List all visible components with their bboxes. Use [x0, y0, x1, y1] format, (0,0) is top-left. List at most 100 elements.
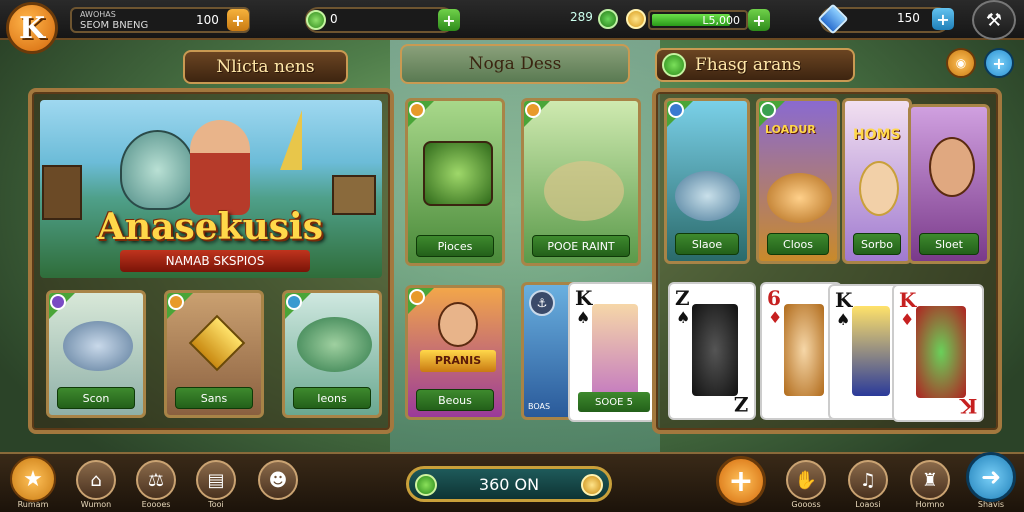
card-art — [692, 304, 738, 396]
hero-subtitle: NAMAB SKSPIOS — [120, 250, 310, 272]
card-label: Sorbo — [853, 233, 901, 255]
nav-building-button[interactable]: ⌂ — [76, 460, 116, 500]
fish-icon — [767, 173, 832, 223]
nav-bell-button[interactable]: ♫ — [848, 460, 888, 500]
settings-button[interactable]: ⚒ — [972, 0, 1016, 40]
energy-bar: L5,000 — [648, 10, 748, 30]
round-button-blue[interactable]: + — [984, 48, 1014, 78]
scale-icon: ⚖ — [147, 469, 165, 491]
nav-robot-button[interactable]: ☻ — [258, 460, 298, 500]
plus-icon: + — [728, 463, 754, 499]
card-label: Slaoe — [675, 233, 739, 255]
middle-card-3[interactable]: PRANIS Beous — [405, 285, 505, 420]
card-label: Pioces — [416, 235, 494, 257]
right-card-2[interactable]: LOADUR Cloos — [756, 98, 840, 264]
right-card-4[interactable]: Sloet — [908, 104, 990, 264]
middle-panel-header: Noga Dess — [400, 44, 630, 84]
gold-coin-icon — [626, 9, 646, 29]
playing-card-4[interactable]: K ♦ K — [892, 284, 984, 422]
robot-icon: ☻ — [268, 469, 288, 491]
pirate-portrait — [929, 137, 975, 197]
fish-character — [120, 130, 195, 210]
card-label: Ieons — [293, 387, 371, 409]
card-art — [784, 304, 824, 396]
nav-arrow-button[interactable]: ➜ — [966, 452, 1016, 502]
left-card-2[interactable]: Sans — [164, 290, 264, 418]
card-label: Scon — [57, 387, 135, 409]
center-value: 360 ON — [478, 474, 540, 494]
coin-icon — [581, 474, 603, 496]
add-gems-button[interactable]: + — [438, 9, 460, 31]
energy-bar-text: L5,000 — [702, 13, 740, 27]
card-rank: 6 — [767, 286, 781, 310]
card-label: Sloet — [919, 233, 979, 255]
left-card-1[interactable]: Scon — [46, 290, 146, 418]
card-rank: K — [835, 288, 853, 312]
card-label: Cloos — [767, 233, 829, 255]
player-name-pill[interactable]: AWOHAS SEOM BNENG 100 — [70, 7, 250, 33]
card-badge — [408, 101, 436, 129]
card-suit: ♠ — [836, 310, 851, 329]
nav-label: Shavis — [977, 500, 1005, 509]
card-rank-bottom: Z — [734, 392, 749, 416]
amulet-icon — [188, 314, 246, 372]
middle-card-2[interactable]: POOE RAINT — [521, 98, 641, 266]
card-suit: ♦ — [768, 308, 783, 327]
nav-hand-button[interactable]: ✋ — [786, 460, 826, 500]
card-art — [916, 306, 966, 398]
card-badge — [285, 293, 313, 321]
nav-scroll-button[interactable]: ▤ — [196, 460, 236, 500]
card-label: Beous — [416, 389, 494, 411]
nav-label: Homno — [915, 500, 945, 509]
building-icon: ⌂ — [90, 469, 102, 491]
card-art — [852, 306, 890, 396]
card-badge — [524, 101, 552, 129]
card-rank: K — [575, 286, 593, 310]
card-badge — [408, 288, 436, 316]
card-suit: ♠ — [576, 308, 591, 327]
fish-icon — [675, 171, 740, 221]
emblem-icon: ⚓ — [529, 290, 555, 316]
piranha-icon — [297, 317, 372, 372]
card-label: SOOE 5 — [578, 392, 650, 412]
card-suit: ♠ — [676, 308, 691, 327]
hand-icon: ✋ — [794, 469, 818, 491]
side-text: BOAS — [528, 402, 551, 411]
player-subtitle: SEOM BNENG — [80, 20, 149, 31]
chest-icon — [423, 141, 493, 206]
nav-star-button[interactable]: ★ — [10, 456, 56, 502]
card-badge — [667, 101, 695, 129]
card-suit: ♦ — [900, 310, 915, 329]
playing-card-1[interactable]: Z ♠ Z — [668, 282, 756, 420]
add-coins-button[interactable]: + — [227, 9, 249, 31]
scroll-icon: ▤ — [207, 469, 225, 491]
middle-card-1[interactable]: Pioces — [405, 98, 505, 266]
green-orb-icon — [662, 53, 686, 77]
coins-value: 100 — [196, 13, 219, 27]
nav-label: Rumam — [17, 500, 49, 509]
card-label: POOE RAINT — [532, 235, 630, 257]
gems-pill — [305, 7, 455, 33]
nav-tower-button[interactable]: ♜ — [910, 460, 950, 500]
round-button-orange[interactable]: ◉ — [946, 48, 976, 78]
gem-icon — [306, 10, 326, 30]
nav-scale-button[interactable]: ⚖ — [136, 460, 176, 500]
right-card-1[interactable]: Slaoe — [664, 98, 750, 264]
playing-card-mid[interactable]: K ♠ SOOE 5 — [568, 282, 656, 422]
logo-k-button[interactable]: K — [6, 2, 58, 54]
left-card-3[interactable]: Ieons — [282, 290, 382, 418]
right-card-3[interactable]: HOMS Sorbo — [842, 98, 912, 264]
path-scene — [544, 161, 624, 221]
nav-label: Loaosi — [855, 500, 881, 509]
add-button[interactable]: + — [716, 456, 766, 506]
princess-art — [592, 304, 638, 398]
nav-label: Goooss — [791, 500, 821, 509]
hero-title: Anasekusis — [97, 206, 323, 248]
add-energy-button[interactable]: + — [748, 9, 770, 31]
center-value-pill[interactable]: 360 ON — [406, 466, 612, 502]
arrow-icon: ➜ — [980, 463, 1002, 491]
hero-banner: PRANIS — [420, 350, 496, 372]
bell-icon: ♫ — [859, 469, 877, 491]
card-rank-bottom: K — [959, 394, 977, 418]
add-tickets-button[interactable]: + — [932, 8, 954, 30]
